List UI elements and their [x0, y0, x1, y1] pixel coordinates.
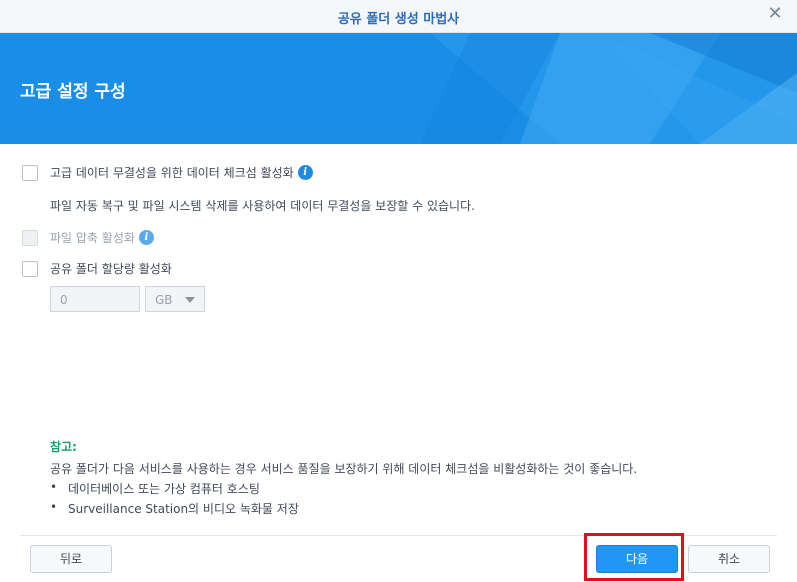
quota-unit-value: GB — [155, 293, 173, 307]
note-item-label: 데이터베이스 또는 가상 컴퓨터 호스팅 — [68, 482, 260, 496]
cancel-button[interactable]: 취소 — [688, 545, 770, 573]
checksum-option[interactable]: 고급 데이터 무결성을 위한 데이터 체크섬 활성화 i — [22, 164, 313, 181]
quota-size-value: 0 — [60, 293, 68, 307]
quota-option[interactable]: 공유 폴더 할당량 활성화 — [22, 260, 172, 277]
bullet-icon: • — [50, 480, 58, 494]
note-text: 공유 폴더가 다음 서비스를 사용하는 경우 서비스 품질을 보장하기 위해 데… — [50, 462, 638, 476]
close-icon[interactable]: ✕ — [767, 5, 783, 23]
note-item-label: Surveillance Station의 비디오 녹화물 저장 — [68, 502, 299, 516]
bullet-icon: • — [50, 500, 58, 514]
compression-checkbox — [22, 229, 38, 246]
back-button[interactable]: 뒤로 — [30, 545, 112, 573]
checksum-label: 고급 데이터 무결성을 위한 데이터 체크섬 활성화 — [50, 166, 294, 180]
info-icon[interactable]: i — [138, 230, 154, 245]
window-titlebar: 공유 폴더 생성 마법사 ✕ — [0, 0, 797, 33]
window-title: 공유 폴더 생성 마법사 — [337, 12, 460, 27]
chevron-down-icon — [185, 297, 195, 303]
info-icon[interactable]: i — [297, 165, 313, 180]
quota-checkbox[interactable] — [22, 260, 38, 277]
quota-unit-select[interactable]: GB — [145, 286, 205, 312]
next-button-highlight — [584, 533, 684, 581]
compression-label: 파일 압축 활성화 — [50, 231, 135, 245]
note-title: 참고: — [50, 440, 77, 454]
quota-size-input[interactable]: 0 — [50, 286, 140, 312]
compression-option: 파일 압축 활성화 i — [22, 229, 154, 246]
quota-label: 공유 폴더 할당량 활성화 — [50, 262, 172, 276]
checksum-description: 파일 자동 복구 및 파일 시스템 삭제를 사용하여 데이터 무결성을 보장할 … — [50, 199, 475, 213]
list-item: • Surveillance Station의 비디오 녹화물 저장 — [50, 500, 299, 517]
checksum-checkbox[interactable] — [22, 164, 38, 181]
list-item: • 데이터베이스 또는 가상 컴퓨터 호스팅 — [50, 480, 260, 497]
page-heading: 고급 설정 구성 — [20, 82, 126, 102]
header-banner: 고급 설정 구성 — [0, 33, 797, 144]
